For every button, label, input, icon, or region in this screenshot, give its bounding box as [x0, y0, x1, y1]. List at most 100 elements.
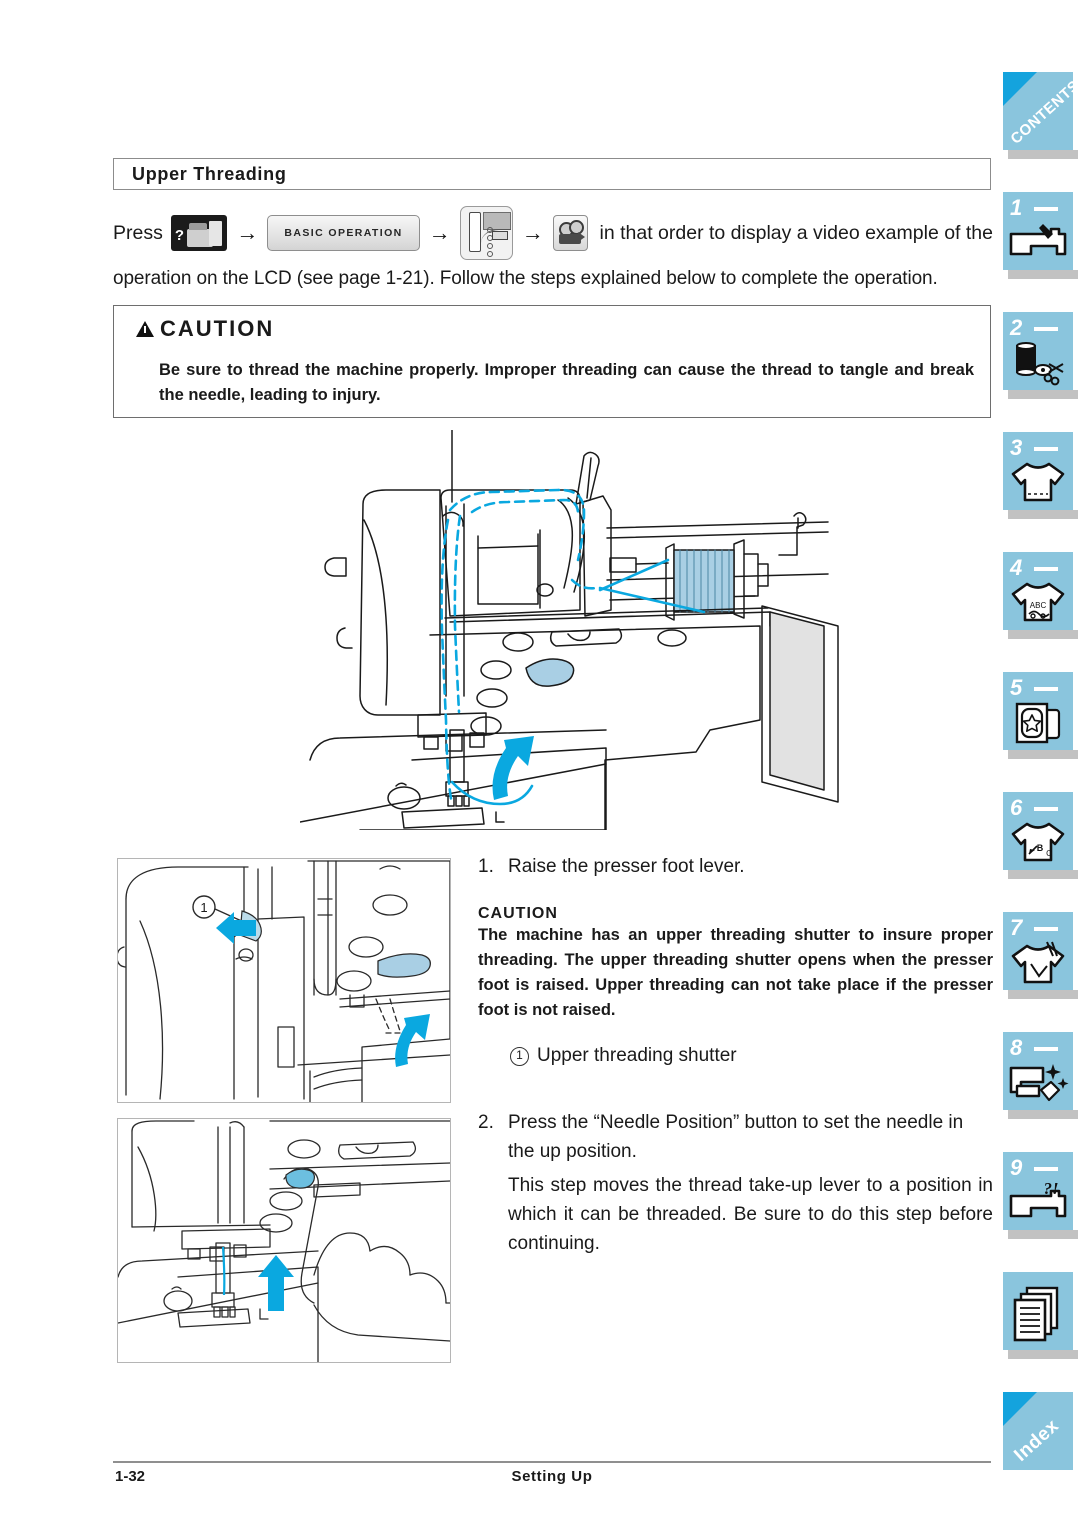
step-2: 2. Press the “Needle Position” button to… — [478, 1108, 993, 1258]
tab-shadow — [1008, 150, 1078, 159]
footer-divider — [113, 1461, 991, 1463]
machine-picture-key[interactable] — [459, 206, 513, 260]
page-title: Upper Threading — [132, 164, 287, 184]
tab-shadow — [1008, 1110, 1078, 1119]
tab-dash — [1034, 807, 1058, 811]
t-shirt-lettering-icon: B C — [1011, 822, 1065, 862]
sidebar-tab-3[interactable]: 3 — [1003, 432, 1073, 510]
sidebar-tab-8-number: 8 — [1010, 1035, 1023, 1060]
sub-caution-body: The machine has an upper threading shutt… — [478, 926, 993, 1019]
contents-tab-icon — [1003, 72, 1037, 106]
arrow-icon-2: → — [428, 220, 451, 245]
sidebar-tab-appendix[interactable] — [1003, 1272, 1073, 1350]
steps-column: 1. Raise the presser foot lever. CAUTION… — [478, 852, 993, 1258]
sidebar-tab-6-number: 6 — [1010, 795, 1023, 820]
caution-box: CAUTION Be sure to thread the machine pr… — [113, 305, 991, 418]
screen-glyph-icon — [209, 221, 223, 246]
intro-key-sequence-line: Press ? → BASIC OPERATION → → in that or… — [113, 206, 993, 260]
upper-threading-overview-illustration — [299, 429, 840, 831]
tab-dash — [1034, 1167, 1058, 1171]
chapter-tab-rail: CONTENTS 1 2 3 4 ABC 5 6 B C 7 8 9 ?! In… — [1003, 72, 1080, 1472]
sidebar-tab-4[interactable]: 4 ABC — [1003, 552, 1073, 630]
arrow-icon-3: → — [521, 220, 544, 245]
svg-text:ABC: ABC — [1030, 601, 1047, 610]
callout-label: Upper threading shutter — [537, 1045, 737, 1066]
machine-body-glyph-icon — [468, 212, 481, 252]
tab-shadow — [1008, 270, 1078, 279]
tab-dash — [1034, 927, 1058, 931]
arrow-icon-1: → — [236, 220, 259, 245]
t-shirt-abc-icon: ABC — [1011, 582, 1065, 622]
tab-dash — [1034, 567, 1058, 571]
sidebar-tab-7-number: 7 — [1010, 915, 1023, 940]
sidebar-tab-8[interactable]: 8 — [1003, 1032, 1073, 1110]
step-2-extra-text: This step moves the thread take-up lever… — [508, 1175, 993, 1254]
press-label: Press — [113, 222, 163, 244]
step-1-number: 1. — [478, 856, 494, 877]
t-shirt-icon — [1011, 462, 1065, 502]
tab-dash — [1034, 1047, 1058, 1051]
sidebar-tab-6[interactable]: 6 B C — [1003, 792, 1073, 870]
svg-text:B: B — [1037, 843, 1044, 853]
warning-triangle-icon — [136, 321, 154, 337]
step-2-text: Press the “Needle Position” button to se… — [508, 1112, 964, 1162]
sewing-machine-icon — [1009, 224, 1067, 256]
step-1: 1. Raise the presser foot lever. — [478, 852, 993, 881]
sidebar-tab-9-number: 9 — [1010, 1155, 1023, 1180]
intro-second-line: operation on the LCD (see page 1-21). Fo… — [113, 268, 938, 289]
needle-position-button-illustration — [117, 1118, 451, 1363]
tab-dash — [1034, 327, 1058, 331]
caution-title-row: CAUTION — [136, 316, 274, 342]
question-mark-icon: ? — [174, 227, 185, 244]
basic-operation-key[interactable]: BASIC OPERATION — [267, 215, 420, 251]
section-heading-bar: Upper Threading — [113, 158, 991, 190]
documents-stack-icon — [1013, 1286, 1059, 1342]
tab-shadow — [1008, 870, 1078, 879]
callout-marker-1: 1 — [510, 1047, 529, 1066]
sidebar-tab-9[interactable]: 9 ?! — [1003, 1152, 1073, 1230]
sidebar-tab-1[interactable]: 1 — [1003, 192, 1073, 270]
sidebar-tab-2[interactable]: 2 — [1003, 312, 1073, 390]
sidebar-tab-2-number: 2 — [1010, 315, 1023, 340]
machine-question-icon: ?! — [1009, 1180, 1067, 1218]
tab-dash — [1034, 687, 1058, 691]
caution-body: Be sure to thread the machine properly. … — [159, 361, 974, 404]
tab-shadow — [1008, 630, 1078, 639]
caution-title: CAUTION — [160, 316, 275, 341]
t-shirt-needle-icon — [1011, 941, 1065, 984]
step-1-text: Raise the presser foot lever. — [508, 856, 745, 877]
tab-dash — [1034, 207, 1058, 211]
video-camera-key[interactable] — [552, 215, 588, 251]
sidebar-tab-7[interactable]: 7 — [1003, 912, 1073, 990]
tab-shadow — [1008, 990, 1078, 999]
machine-lcd-glyph-icon — [491, 231, 508, 240]
tab-dash — [1034, 447, 1058, 451]
camera-lens-icon — [577, 232, 585, 242]
machine-cleaning-icon — [1009, 1064, 1069, 1102]
embroidery-frame-star-icon — [1015, 702, 1061, 744]
sidebar-tab-5[interactable]: 5 — [1003, 672, 1073, 750]
sidebar-tab-5-number: 5 — [1010, 675, 1023, 700]
tab-shadow — [1008, 510, 1078, 519]
thread-spool-scissors-icon — [1016, 342, 1064, 386]
tab-shadow — [1008, 1350, 1078, 1359]
step-2-number: 2. — [478, 1112, 494, 1133]
shutter-callout: 1 Upper threading shutter — [510, 1045, 993, 1068]
manual-page: Upper Threading Press ? → BASIC OPERATIO… — [0, 0, 1080, 1526]
sidebar-tab-contents[interactable]: CONTENTS — [1003, 72, 1073, 150]
index-tab-icon — [1003, 1392, 1037, 1426]
sidebar-tab-1-number: 1 — [1010, 195, 1023, 220]
page-number: 1-32 — [115, 1468, 146, 1485]
svg-text:?!: ?! — [1043, 1180, 1058, 1198]
home-help-key[interactable]: ? — [170, 215, 228, 251]
intro-paragraph: Press ? → BASIC OPERATION → → in that or… — [113, 206, 993, 298]
sub-caution-title: CAUTION — [478, 905, 558, 922]
tab-shadow — [1008, 390, 1078, 399]
tab-shadow — [1008, 1230, 1078, 1239]
presser-foot-lever-illustration: 1 — [117, 858, 451, 1103]
svg-text:C: C — [1046, 849, 1052, 858]
running-head: Setting Up — [511, 1468, 593, 1485]
figure-a-callout-number: 1 — [200, 900, 207, 915]
sidebar-tab-index[interactable]: Index — [1003, 1392, 1073, 1470]
tab-shadow — [1008, 750, 1078, 759]
